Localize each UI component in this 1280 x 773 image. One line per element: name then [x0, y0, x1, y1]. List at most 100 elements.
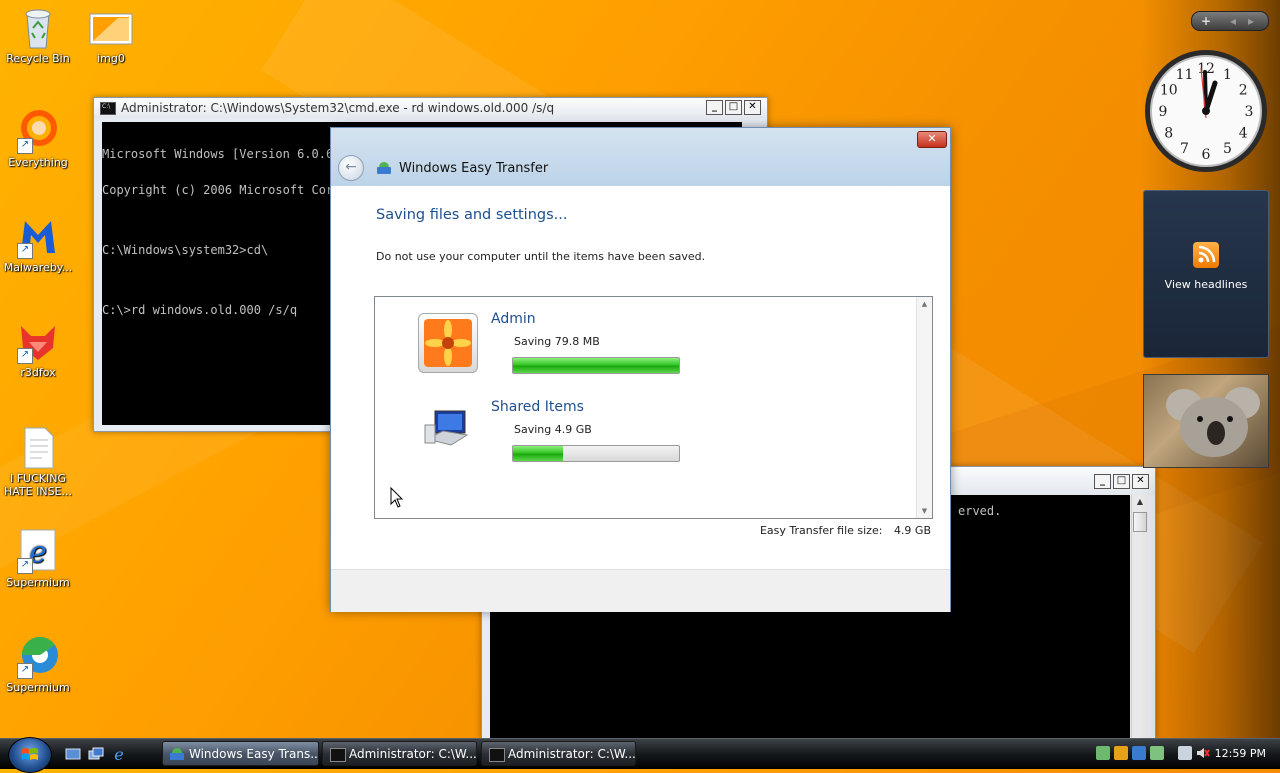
- taskbar-button-easy-transfer[interactable]: Windows Easy Trans...: [162, 741, 319, 766]
- easy-transfer-icon: [376, 161, 392, 175]
- progress-fill: [513, 358, 679, 373]
- desktop-icon-r3dfox[interactable]: ↗ r3dfox: [0, 318, 76, 379]
- easy-transfer-icon: [170, 748, 184, 760]
- shortcut-arrow-icon: ↗: [17, 558, 33, 574]
- file-size-value: 4.9 GB: [893, 524, 931, 537]
- clock-numeral: 11: [1176, 67, 1194, 83]
- clock-numeral: 6: [1202, 147, 1211, 163]
- progress-bar: [512, 445, 680, 462]
- transfer-items-list[interactable]: Admin Saving 79.8 MB Shared Items Saving…: [374, 296, 933, 519]
- malwarebytes-icon: ↗: [15, 213, 61, 259]
- instruction-text: Do not use your computer until the items…: [376, 250, 706, 263]
- clock-numeral: 4: [1239, 126, 1248, 142]
- next-page-button[interactable]: ▸: [1248, 12, 1254, 30]
- item-status: Saving 4.9 GB: [514, 423, 592, 436]
- shared-computer-icon: [423, 409, 471, 449]
- shortcut-arrow-icon: ↗: [17, 138, 33, 154]
- notification-area: 12:59 PM: [1090, 739, 1280, 769]
- gadget-controls[interactable]: + ◂ ▸: [1191, 11, 1269, 31]
- desktop-icon-recycle-bin[interactable]: Recycle Bin: [0, 4, 76, 65]
- desktop-icon-malwarebytes[interactable]: ↗ Malwareby...: [0, 213, 76, 274]
- minimize-button[interactable]: _: [1094, 474, 1111, 489]
- svg-text:e: e: [114, 746, 123, 762]
- security-shield-icon[interactable]: [1114, 746, 1128, 760]
- internet-explorer-icon: e ↗: [15, 528, 61, 574]
- file-size-info: Easy Transfer file size: 4.9 GB: [760, 524, 931, 537]
- network-connection-icon[interactable]: [1178, 746, 1192, 760]
- clock-numeral: 8: [1164, 126, 1173, 142]
- console-window-title: Administrator: C:\Windows\System32\cmd.e…: [121, 101, 555, 115]
- clock-numeral: 1: [1223, 67, 1232, 83]
- system-clock[interactable]: 12:59 PM: [1215, 739, 1266, 768]
- back-button[interactable]: ←: [338, 155, 364, 181]
- desktop-icon-label: r3dfox: [20, 366, 56, 379]
- desktop-icon-label: Recycle Bin: [6, 52, 70, 65]
- previous-page-button[interactable]: ◂: [1230, 12, 1236, 30]
- clock-numeral: 9: [1159, 104, 1168, 120]
- maximize-button[interactable]: □: [725, 100, 742, 115]
- taskbar-button-cmd-2[interactable]: Administrator: C:\W...: [481, 741, 636, 766]
- shortcut-arrow-icon: ↗: [17, 348, 33, 364]
- r3dfox-browser-icon: ↗: [15, 318, 61, 364]
- desktop-icon-label: Malwareby...: [3, 261, 73, 274]
- recycle-bin-icon: [15, 4, 61, 50]
- dialog-footer: [331, 569, 950, 612]
- dialog-title: Windows Easy Transfer: [399, 161, 549, 176]
- maximize-button[interactable]: □: [1113, 474, 1130, 489]
- list-item-admin[interactable]: Admin Saving 79.8 MB: [375, 297, 915, 387]
- item-status: Saving 79.8 MB: [514, 335, 600, 348]
- console-window-1-titlebar[interactable]: Administrator: C:\Windows\System32\cmd.e…: [94, 98, 767, 118]
- update-icon[interactable]: [1150, 746, 1164, 760]
- desktop-icon-label: Everything: [8, 156, 68, 169]
- minimize-button[interactable]: _: [706, 100, 723, 115]
- cmd-icon: [330, 748, 346, 762]
- easy-transfer-dialog[interactable]: ✕ ← Windows Easy Transfer Saving files a…: [330, 127, 951, 612]
- list-item-shared-items[interactable]: Shared Items Saving 4.9 GB: [375, 387, 915, 477]
- cmd-icon: [100, 101, 116, 115]
- dialog-titlebar[interactable]: ✕ ← Windows Easy Transfer: [331, 128, 950, 186]
- item-name: Shared Items: [491, 399, 584, 415]
- text-document-icon: [15, 424, 61, 470]
- desktop-icon-label: Supermium: [6, 576, 70, 589]
- network-icon[interactable]: [1096, 746, 1110, 760]
- desktop-icon-supermium-ie[interactable]: e ↗ Supermium: [0, 528, 76, 589]
- switch-windows-icon[interactable]: [88, 746, 104, 762]
- easy-transfer-tray-icon[interactable]: [1132, 746, 1146, 760]
- taskbar: e Windows Easy Trans... Administrator: C…: [0, 737, 1280, 773]
- desktop-icon-everything[interactable]: ↗ Everything: [0, 108, 76, 169]
- taskbar-button-label: Windows Easy Trans...: [189, 747, 319, 761]
- view-headlines-link[interactable]: View headlines: [1144, 278, 1268, 291]
- dialog-content: Saving files and settings... Do not use …: [331, 186, 950, 569]
- desktop-icon-label: img0: [97, 52, 125, 65]
- mouse-cursor-icon: [390, 486, 404, 509]
- list-scrollbar[interactable]: ▲ ▼: [916, 297, 932, 518]
- desktop-icon-text-document[interactable]: I FUCKING HATE INSE...: [0, 424, 76, 498]
- internet-explorer-icon[interactable]: e: [111, 745, 127, 764]
- clock-numeral: 2: [1239, 83, 1248, 99]
- clock-gadget[interactable]: 12 1 2 3 4 5 6 7 8 9 10 11: [1143, 48, 1269, 174]
- desktop-icon-supermium[interactable]: ↗ Supermium: [0, 633, 76, 694]
- progress-fill: [513, 446, 563, 461]
- clock-numeral: 7: [1180, 141, 1189, 157]
- volume-muted-icon[interactable]: [1196, 746, 1210, 760]
- clock-numeral: 5: [1223, 141, 1232, 157]
- supermium-browser-icon: ↗: [15, 633, 61, 679]
- feed-headlines-gadget[interactable]: View headlines: [1143, 190, 1269, 358]
- everything-search-icon: ↗: [15, 108, 61, 154]
- file-size-label: Easy Transfer file size:: [759, 524, 883, 537]
- desktop-icon-img0[interactable]: img0: [73, 4, 149, 65]
- add-gadget-button[interactable]: +: [1201, 12, 1211, 30]
- scroll-up-arrow-icon[interactable]: ▲: [917, 297, 932, 311]
- close-button[interactable]: ✕: [744, 100, 761, 115]
- clock-numeral: 10: [1160, 83, 1178, 99]
- show-desktop-icon[interactable]: [65, 746, 81, 762]
- taskbar-button-label: Administrator: C:\W...: [349, 747, 477, 761]
- progress-bar: [512, 357, 680, 374]
- scroll-down-arrow-icon[interactable]: ▼: [917, 504, 932, 518]
- taskbar-button-label: Administrator: C:\W...: [508, 747, 636, 761]
- page-heading: Saving files and settings...: [376, 207, 568, 223]
- close-button[interactable]: ✕: [917, 131, 947, 148]
- slideshow-gadget[interactable]: [1143, 374, 1269, 468]
- shortcut-arrow-icon: ↗: [17, 663, 33, 679]
- taskbar-button-cmd-1[interactable]: Administrator: C:\W...: [322, 741, 477, 766]
